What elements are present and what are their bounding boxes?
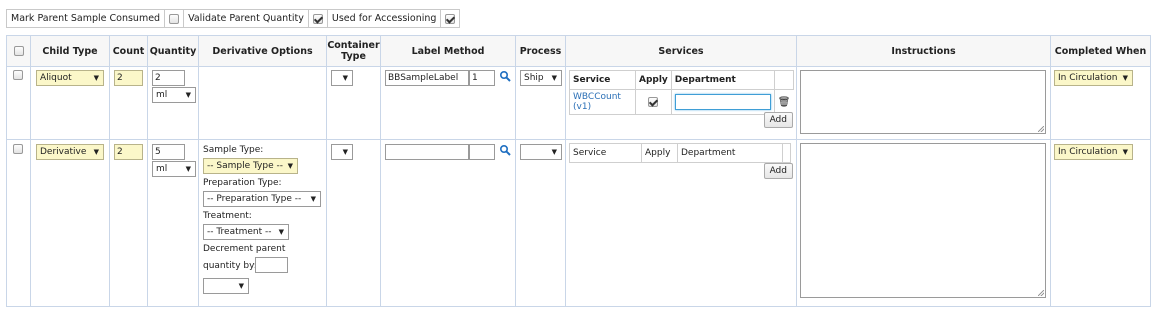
- add-service-button[interactable]: Add: [763, 163, 793, 179]
- col-child-type: Child Type: [30, 35, 110, 67]
- col-process: Process: [515, 35, 566, 67]
- option-mark-consumed: Mark Parent Sample Consumed: [7, 10, 185, 27]
- count-input[interactable]: 2: [114, 144, 143, 160]
- mark-consumed-checkbox[interactable]: [169, 13, 180, 24]
- add-service-button[interactable]: Add: [763, 112, 793, 128]
- search-icon[interactable]: [499, 70, 511, 82]
- col-quantity: Quantity: [147, 35, 199, 67]
- prep-type-label: Preparation Type:: [203, 178, 282, 188]
- label-method-input[interactable]: BBSampleLabel: [385, 70, 469, 86]
- table-row: Derivative ▼ 2 5 ml ▼ Sample Type: -- Samp…: [6, 139, 1151, 307]
- instructions-textarea[interactable]: [800, 143, 1046, 298]
- options-bar: Mark Parent Sample Consumed Validate Par…: [6, 9, 461, 28]
- row-checkbox[interactable]: [13, 144, 23, 154]
- services-header-department: Department: [670, 70, 775, 90]
- decrement-label: Decrement parent: [203, 244, 286, 254]
- quantity-input[interactable]: 2: [152, 70, 185, 86]
- option-label: Validate Parent Quantity: [188, 13, 304, 24]
- header-row: Child Type Count Quantity Derivative Opt…: [6, 35, 1151, 67]
- decrement-label-2: quantity by:: [203, 261, 257, 271]
- label-count-input[interactable]: 1: [469, 70, 495, 86]
- select-all-checkbox[interactable]: [13, 46, 24, 56]
- prep-type-select[interactable]: -- Preparation Type -- ▼: [203, 191, 321, 207]
- quantity-input[interactable]: 5: [152, 144, 185, 160]
- option-label: Used for Accessioning: [331, 13, 437, 24]
- label-count-input[interactable]: [469, 144, 495, 160]
- service-link[interactable]: WBCCount (v1): [569, 89, 636, 115]
- department-input[interactable]: [674, 94, 771, 110]
- process-select[interactable]: Ship ▼: [520, 70, 562, 86]
- col-container-type: Container Type: [326, 35, 381, 67]
- completed-when-select[interactable]: In Circulation ▼: [1054, 144, 1133, 160]
- instructions-textarea[interactable]: [800, 70, 1046, 134]
- accessioning-checkbox[interactable]: [445, 13, 456, 24]
- table-row: Aliquot ▼ 2 2 ml ▼ ▼ BBSampleLabel 1 Ship ▼…: [6, 66, 1151, 140]
- treatment-select[interactable]: -- Treatment -- ▼: [203, 224, 289, 240]
- services-header-service: Service: [569, 70, 636, 90]
- process-select[interactable]: ▼: [520, 144, 562, 160]
- option-label: Mark Parent Sample Consumed: [11, 13, 161, 24]
- services-header-apply: Apply: [641, 143, 678, 163]
- resize-grip-icon[interactable]: [1038, 290, 1044, 296]
- child-samples-table: Child Type Count Quantity Derivative Opt…: [6, 35, 1151, 307]
- treatment-label: Treatment:: [203, 211, 252, 221]
- select-all-header: [6, 35, 31, 67]
- service-apply-checkbox[interactable]: [648, 96, 659, 107]
- derivative-options-empty: [199, 67, 326, 139]
- col-completed-when: Completed When: [1050, 35, 1151, 67]
- col-instructions: Instructions: [796, 35, 1051, 67]
- validate-quantity-checkbox[interactable]: [312, 13, 323, 24]
- child-type-select[interactable]: Aliquot ▼: [36, 70, 104, 86]
- col-count: Count: [109, 35, 148, 67]
- services-subtable: Service Apply Department: [569, 143, 791, 163]
- col-derivative-options: Derivative Options: [198, 35, 327, 67]
- decrement-quantity-input[interactable]: [255, 257, 288, 273]
- trash-icon[interactable]: 🗑: [778, 97, 791, 108]
- services-header-service: Service: [569, 143, 642, 163]
- container-type-select[interactable]: ▼: [331, 70, 353, 86]
- unit-select[interactable]: ml ▼: [152, 87, 196, 103]
- col-label-method: Label Method: [380, 35, 516, 67]
- option-validate-quantity: Validate Parent Quantity: [184, 10, 328, 27]
- child-type-select[interactable]: Derivative ▼: [36, 144, 104, 160]
- sample-type-label: Sample Type:: [203, 145, 264, 155]
- count-input[interactable]: 2: [114, 70, 143, 86]
- unit-select[interactable]: ml ▼: [152, 161, 196, 177]
- row-checkbox[interactable]: [13, 70, 23, 80]
- container-type-select[interactable]: ▼: [331, 144, 353, 160]
- sample-type-select[interactable]: -- Sample Type -- ▼: [203, 158, 298, 174]
- label-method-input[interactable]: [385, 144, 469, 160]
- completed-when-select[interactable]: In Circulation ▼: [1054, 70, 1133, 86]
- decrement-unit-select[interactable]: ▼: [203, 278, 249, 294]
- services-subtable: Service Apply Department WBCCount (v1) 🗑: [569, 70, 795, 115]
- resize-grip-icon[interactable]: [1038, 126, 1044, 132]
- search-icon[interactable]: [499, 144, 511, 156]
- col-services: Services: [565, 35, 797, 67]
- services-header-department: Department: [677, 143, 783, 163]
- option-accessioning: Used for Accessioning: [328, 10, 460, 27]
- services-header-apply: Apply: [634, 70, 672, 90]
